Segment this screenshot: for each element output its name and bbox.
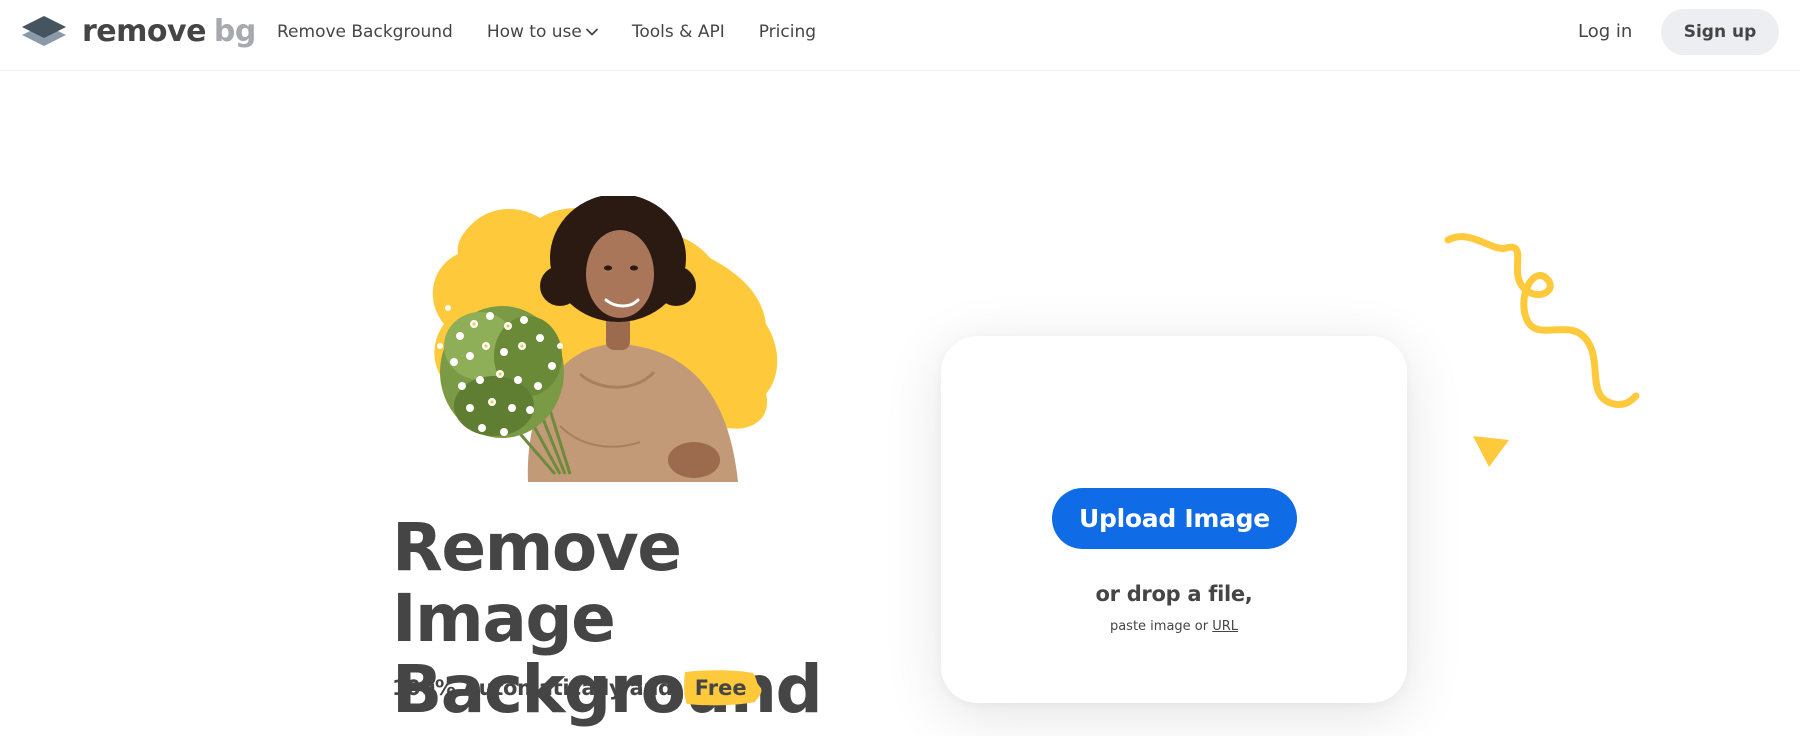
free-badge: Free <box>679 668 763 708</box>
logo-wordmark: remove bg <box>82 14 256 50</box>
nav-remove-background[interactable]: Remove Background <box>277 22 453 42</box>
logo-word-remove: remove <box>82 14 206 49</box>
main-nav: Remove Background How to use Tools & API… <box>277 0 850 64</box>
logo-word-bg: bg <box>213 14 256 49</box>
nav-remove-background-label: Remove Background <box>277 22 453 42</box>
site-header: remove bg Remove Background How to use To… <box>0 0 1800 71</box>
nav-how-to-use-label: How to use <box>486 22 582 42</box>
nav-how-to-use[interactable]: How to use <box>487 22 598 42</box>
nav-pricing-label: Pricing <box>758 22 817 42</box>
upload-dropzone[interactable]: Upload Image or drop a file, paste image… <box>941 336 1407 703</box>
paste-hint-text: paste image or <box>1109 619 1209 634</box>
nav-tools-api[interactable]: Tools & API <box>632 22 725 42</box>
drop-file-text: or drop a file, <box>1095 582 1253 606</box>
headline-line-1: Remove Image <box>392 509 682 657</box>
paste-hint: paste image or URL <box>941 619 1407 634</box>
login-link[interactable]: Log in <box>1578 19 1632 45</box>
subline-text: 100% Automatically and <box>392 676 673 700</box>
hero-illustration <box>432 196 778 482</box>
layers-logo-icon <box>22 16 66 46</box>
hero-subline: 100% Automatically and Free <box>392 666 763 710</box>
signup-button[interactable]: Sign up <box>1661 9 1779 55</box>
upload-image-button[interactable]: Upload Image <box>1052 488 1297 549</box>
squiggle-decoration <box>1444 233 1640 408</box>
chevron-down-icon <box>585 28 598 36</box>
nav-pricing[interactable]: Pricing <box>759 22 816 42</box>
flower-bouquet <box>437 305 564 438</box>
triangle-decoration <box>1473 436 1509 467</box>
url-link[interactable]: URL <box>1212 619 1238 634</box>
logo-link[interactable]: remove bg <box>20 14 256 50</box>
nav-tools-api-label: Tools & API <box>631 22 725 42</box>
free-badge-label: Free <box>694 676 747 700</box>
